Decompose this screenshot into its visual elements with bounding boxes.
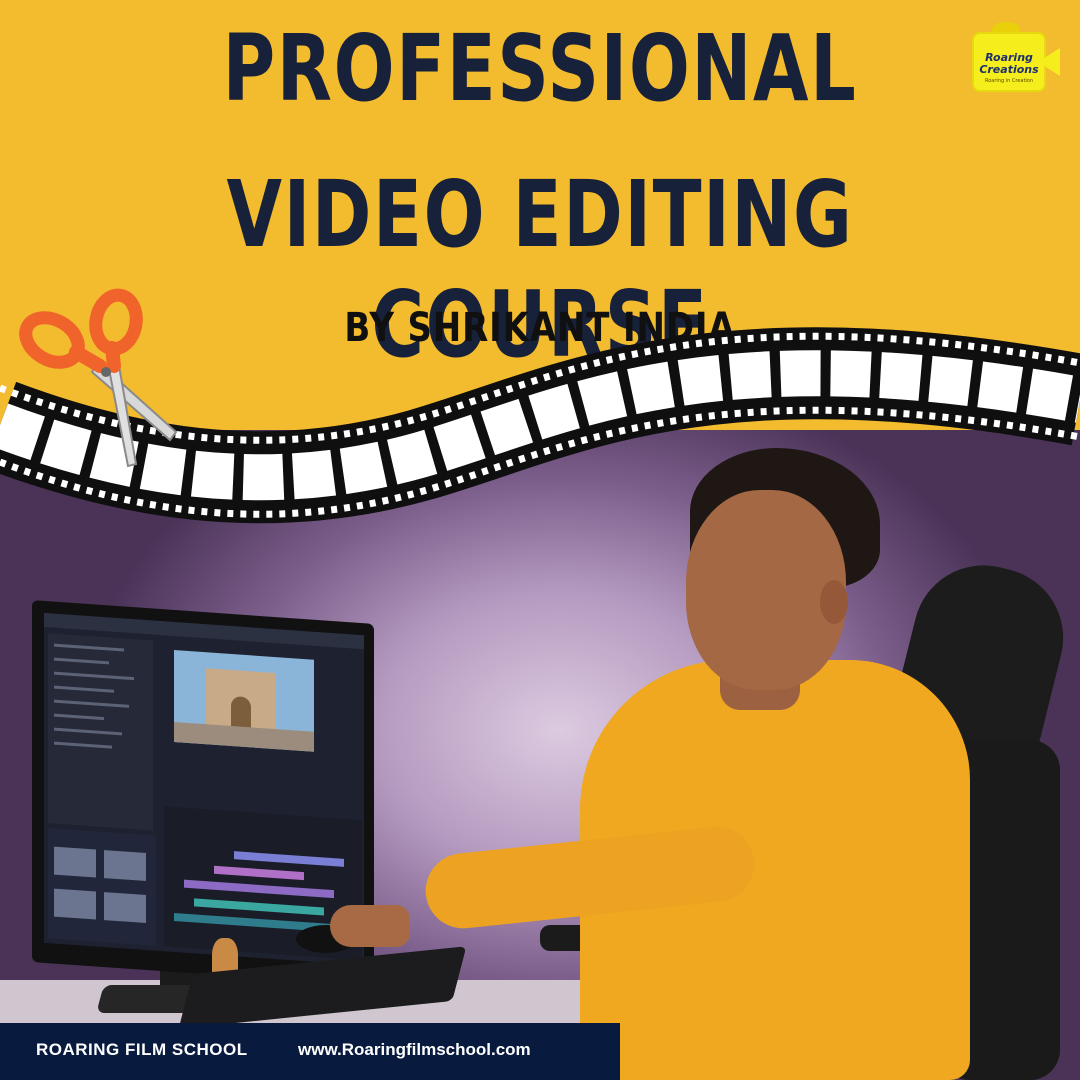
person-ear <box>820 580 848 624</box>
panel-line <box>54 671 134 681</box>
timeline-clip <box>214 865 304 881</box>
bin-thumbnail <box>54 846 96 878</box>
project-bin <box>48 828 156 946</box>
school-name: ROARING FILM SCHOOL <box>36 1040 248 1059</box>
panel-line <box>54 713 104 721</box>
panel-line <box>54 657 109 665</box>
bin-thumbnail <box>54 888 96 920</box>
course-poster: PROFESSIONAL VIDEO EDITING COURSE BY SHR… <box>0 0 1080 1080</box>
effect-controls-panel <box>48 633 153 831</box>
bin-thumbnail <box>104 892 146 924</box>
crowd-ground <box>174 721 314 752</box>
panel-line <box>54 741 112 749</box>
website-link[interactable]: www.Roaringfilmschool.com <box>298 1040 531 1060</box>
panel-line <box>54 643 124 652</box>
gateway-image <box>206 668 276 734</box>
timeline-clip <box>234 851 344 867</box>
timeline-clip <box>194 898 324 916</box>
timeline-clip <box>184 879 334 899</box>
panel-line <box>54 685 114 693</box>
logo-text-line-2: Creations <box>979 63 1039 76</box>
person-hand <box>330 905 410 947</box>
headline-line-1: PROFESSIONAL <box>222 15 858 122</box>
editing-software-screen <box>44 612 364 966</box>
panel-line <box>54 727 122 736</box>
program-monitor-preview <box>174 649 314 752</box>
roaring-creations-logo: Roaring Creations Roaring in Creation <box>972 22 1064 92</box>
panel-line <box>54 699 129 708</box>
logo-tagline: Roaring in Creation <box>984 78 1034 84</box>
bin-thumbnail <box>104 850 146 882</box>
byline: BY SHRIKANT INDIA <box>344 305 736 351</box>
